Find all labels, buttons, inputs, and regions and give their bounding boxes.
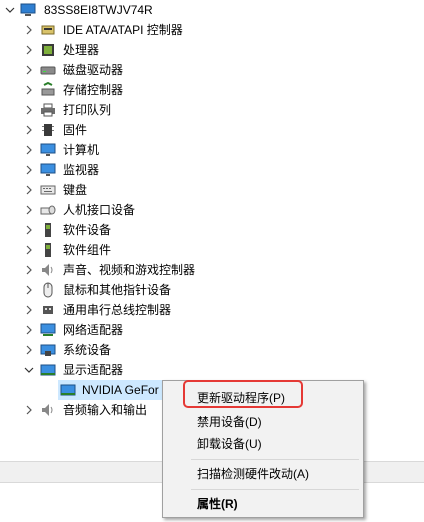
- tree-item-label: 显示适配器: [63, 363, 124, 377]
- tree-item-hid[interactable]: 人机接口设备: [0, 200, 424, 220]
- tree-item-network[interactable]: 网络适配器: [0, 320, 424, 340]
- menu-item-properties[interactable]: 属性(R): [163, 493, 363, 515]
- chevron-right-icon[interactable]: [24, 245, 34, 255]
- speaker-icon: [40, 262, 56, 278]
- menu-separator: [191, 459, 359, 460]
- menu-item-label: 卸载设备(U): [197, 437, 262, 451]
- tree-item-label: 系统设备: [63, 343, 112, 357]
- tree-item-label: 音频输入和输出: [63, 403, 148, 417]
- chevron-right-icon[interactable]: [24, 85, 34, 95]
- tree-item-display[interactable]: 显示适配器: [0, 360, 424, 380]
- tree-item-label: 人机接口设备: [63, 203, 136, 217]
- menu-item-scan-hardware[interactable]: 扫描检测硬件改动(A): [163, 463, 363, 485]
- chevron-right-icon[interactable]: [24, 285, 34, 295]
- disk-drive-icon: [40, 62, 56, 78]
- storage-controller-icon: [40, 81, 56, 98]
- network-adapter-icon: [40, 322, 56, 338]
- tree-item-keyboard[interactable]: 键盘: [0, 180, 424, 200]
- tree-item-system[interactable]: 系统设备: [0, 340, 424, 360]
- keyboard-icon: [40, 182, 56, 198]
- tree-item-label: NVIDIA GeFor: [82, 383, 159, 397]
- menu-item-label: 禁用设备(D): [197, 415, 262, 429]
- hid-icon: [40, 202, 56, 218]
- monitor-icon: [40, 142, 56, 158]
- tree-item-usb[interactable]: 通用串行总线控制器: [0, 300, 424, 320]
- chevron-right-icon[interactable]: [24, 125, 34, 135]
- processor-icon: [40, 42, 56, 58]
- software-component-icon: [40, 242, 56, 258]
- tree-item-label: 存储控制器: [63, 83, 124, 97]
- tree-item-ide[interactable]: IDE ATA/ATAPI 控制器: [0, 20, 424, 40]
- highlight-box: [183, 380, 303, 408]
- tree-item-label: 磁盘驱动器: [63, 63, 124, 77]
- tree-item-label: 监视器: [63, 163, 100, 177]
- tree-item-label: 鼠标和其他指针设备: [63, 283, 172, 297]
- firmware-icon: [40, 122, 56, 138]
- tree-item-label: 软件组件: [63, 243, 112, 257]
- tree-item-computer[interactable]: 计算机: [0, 140, 424, 160]
- tree-item-label: 声音、视频和游戏控制器: [63, 263, 196, 277]
- chevron-right-icon[interactable]: [24, 265, 34, 275]
- display-adapter-icon: [60, 382, 76, 398]
- chevron-right-icon[interactable]: [24, 165, 34, 175]
- chevron-right-icon[interactable]: [24, 405, 34, 415]
- chevron-right-icon[interactable]: [24, 65, 34, 75]
- tree-item-sound[interactable]: 声音、视频和游戏控制器: [0, 260, 424, 280]
- tree-item-label: 固件: [63, 123, 88, 137]
- tree-item-label: 网络适配器: [63, 323, 124, 337]
- tree-item-monitor[interactable]: 监视器: [0, 160, 424, 180]
- menu-item-disable-device[interactable]: 禁用设备(D): [163, 411, 363, 433]
- menu-item-label: 属性(R): [197, 497, 238, 511]
- chevron-down-icon[interactable]: [24, 365, 34, 375]
- tree-item-storage[interactable]: 存储控制器: [0, 80, 424, 100]
- chevron-right-icon[interactable]: [24, 25, 34, 35]
- chevron-right-icon[interactable]: [24, 305, 34, 315]
- usb-icon: [40, 302, 56, 318]
- chevron-right-icon[interactable]: [24, 205, 34, 215]
- system-device-icon: [40, 342, 56, 358]
- tree-item-print-queue[interactable]: 打印队列: [0, 100, 424, 120]
- chevron-right-icon[interactable]: [24, 225, 34, 235]
- tree-item-mouse[interactable]: 鼠标和其他指针设备: [0, 280, 424, 300]
- chevron-right-icon[interactable]: [24, 345, 34, 355]
- tree-item-label: 键盘: [63, 183, 88, 197]
- tree-item-software-component[interactable]: 软件组件: [0, 240, 424, 260]
- printer-icon: [40, 102, 56, 118]
- tree-item-disk[interactable]: 磁盘驱动器: [0, 60, 424, 80]
- chevron-right-icon[interactable]: [24, 45, 34, 55]
- ide-controller-icon: [40, 22, 56, 38]
- tree-root[interactable]: 83SS8EI8TWJV74R: [0, 0, 424, 20]
- software-device-icon: [40, 222, 56, 238]
- menu-item-label: 扫描检测硬件改动(A): [197, 467, 309, 481]
- tree-item-firmware[interactable]: 固件: [0, 120, 424, 140]
- tree-item-label: IDE ATA/ATAPI 控制器: [63, 23, 183, 37]
- tree-item-label: 软件设备: [63, 223, 112, 237]
- chevron-right-icon[interactable]: [24, 325, 34, 335]
- mouse-icon: [40, 282, 56, 298]
- chevron-right-icon[interactable]: [24, 105, 34, 115]
- menu-item-uninstall-device[interactable]: 卸载设备(U): [163, 433, 363, 455]
- chevron-right-icon[interactable]: [24, 145, 34, 155]
- menu-separator: [191, 489, 359, 490]
- display-adapter-icon: [40, 362, 56, 378]
- computer-icon: [20, 2, 36, 18]
- tree-item-software-device[interactable]: 软件设备: [0, 220, 424, 240]
- tree-item-processor[interactable]: 处理器: [0, 40, 424, 60]
- tree-item-label: 计算机: [63, 143, 100, 157]
- chevron-right-icon[interactable]: [24, 185, 34, 195]
- tree-item-label: 通用串行总线控制器: [63, 303, 172, 317]
- tree-root-label: 83SS8EI8TWJV74R: [44, 3, 153, 17]
- speaker-icon: [40, 402, 56, 418]
- chevron-down-icon[interactable]: [5, 5, 15, 15]
- tree-item-label: 打印队列: [63, 103, 112, 117]
- monitor-icon: [40, 162, 56, 178]
- tree-item-label: 处理器: [63, 43, 100, 57]
